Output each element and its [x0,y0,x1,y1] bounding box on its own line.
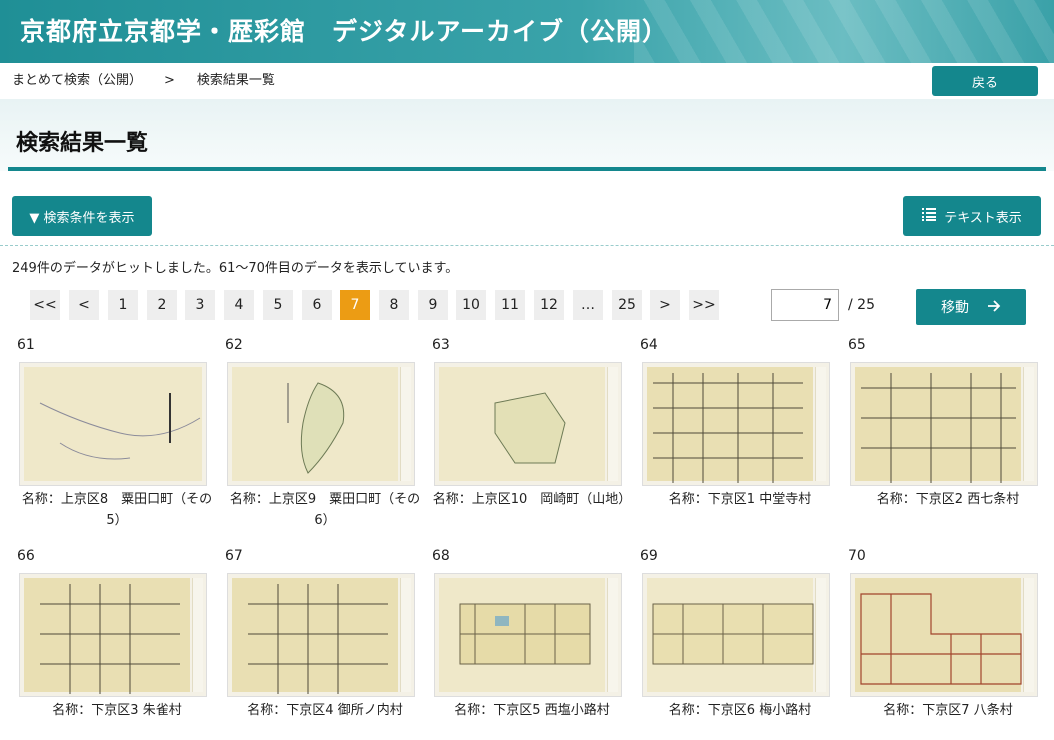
result-name: 名称：上京区10 岡崎町（山地） [432,492,632,507]
map-thumbnail[interactable] [19,362,207,486]
map-thumbnail[interactable] [434,573,622,697]
page-first[interactable]: << [30,290,60,320]
result-name: 名称：下京区1 中堂寺村 [668,492,812,507]
page-prev[interactable]: < [69,290,99,320]
map-thumbnail[interactable] [850,362,1038,486]
page-link[interactable]: 6 [302,290,332,320]
page-link[interactable]: 3 [185,290,215,320]
list-icon [922,207,937,225]
page-link[interactable]: 8 [379,290,409,320]
total-pages: / 25 [848,297,875,313]
result-number: 64 [640,337,658,353]
page-link[interactable]: 2 [147,290,177,320]
site-header: 京都府立京都学・歴彩館 デジタルアーカイブ（公開） [0,0,1054,63]
breadcrumb-item-current: 検索結果一覧 [196,73,275,88]
page-link[interactable]: 12 [534,290,564,320]
result-number: 61 [17,337,35,353]
move-button[interactable]: 移動 [916,289,1026,325]
hit-count-message: 249件のデータがヒットしました。61～70件目のデータを表示しています。 [12,261,459,276]
breadcrumb-item-search[interactable]: まとめて検索（公開） [12,73,142,88]
title-divider [8,167,1046,171]
result-number: 70 [848,548,866,564]
map-thumbnail[interactable] [227,573,415,697]
result-name: 名称：下京区2 西七条村 [876,492,1020,507]
page-last[interactable]: >> [689,290,719,320]
result-number: 62 [225,337,243,353]
back-button[interactable]: 戻る [932,66,1038,96]
result-name: 名称：下京区4 御所ノ内村 [247,703,403,718]
result-number: 67 [225,548,243,564]
result-number: 63 [432,337,450,353]
page-link[interactable]: 25 [612,290,642,320]
page-link[interactable]: 9 [418,290,448,320]
page-ellipsis: … [573,290,603,320]
map-thumbnail[interactable] [19,573,207,697]
map-thumbnail[interactable] [642,573,830,697]
text-view-button[interactable]: テキスト表示 [903,196,1041,236]
breadcrumb-separator: > [164,73,175,88]
page-title: 検索結果一覧 [16,131,149,156]
breadcrumb-bar: まとめて検索（公開） > 検索結果一覧 [0,63,1054,99]
site-title[interactable]: 京都府立京都学・歴彩館 デジタルアーカイブ（公開） [20,12,668,48]
page-link[interactable]: 10 [456,290,486,320]
result-number: 69 [640,548,658,564]
result-name: 名称：下京区7 八条村 [883,703,1013,718]
map-thumbnail[interactable] [850,573,1038,697]
page-link[interactable]: 11 [495,290,525,320]
page-link[interactable]: 1 [108,290,138,320]
section-divider [0,245,1054,246]
show-conditions-button[interactable]: ▼ 検索条件を表示 [12,196,152,236]
result-name: 名称：上京区8 粟田口町（その5） [21,492,213,528]
header-decoration [634,0,1054,63]
page-next[interactable]: > [650,290,680,320]
page-link[interactable]: 4 [224,290,254,320]
move-label: 移動 [941,300,969,316]
arrow-right-icon [987,298,1001,317]
page-link[interactable]: 5 [263,290,293,320]
result-name: 名称：下京区5 西塩小路村 [454,703,610,718]
title-band [0,99,1054,171]
breadcrumb: まとめて検索（公開） > 検索結果一覧 [12,69,297,88]
result-name: 名称：上京区9 粟田口町（その6） [229,492,421,528]
map-thumbnail[interactable] [642,362,830,486]
result-name: 名称：下京区6 梅小路村 [668,703,812,718]
page-number-input[interactable] [771,289,839,321]
result-number: 68 [432,548,450,564]
text-view-label: テキスト表示 [944,210,1022,226]
map-thumbnail[interactable] [434,362,622,486]
result-name: 名称：下京区3 朱雀村 [52,703,182,718]
result-number: 66 [17,548,35,564]
map-thumbnail[interactable] [227,362,415,486]
result-number: 65 [848,337,866,353]
page-current[interactable]: 7 [340,290,370,320]
